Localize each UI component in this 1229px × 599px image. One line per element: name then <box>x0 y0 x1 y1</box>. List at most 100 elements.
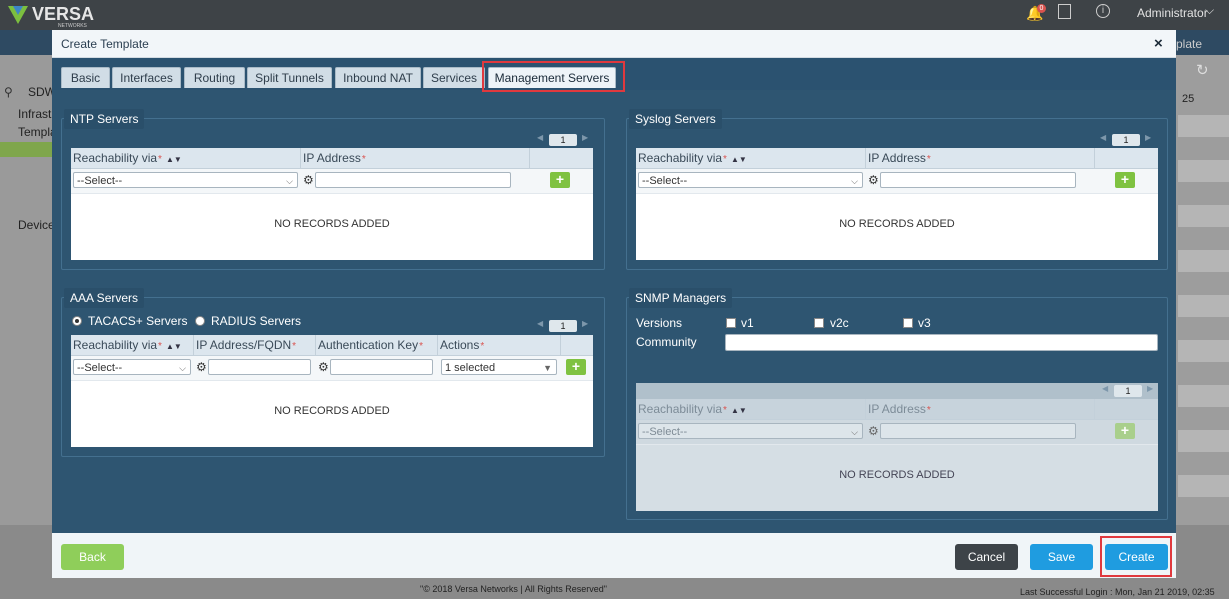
select-value: --Select-- <box>77 362 123 374</box>
nav-item-infrastructure[interactable]: Infrast <box>18 107 51 121</box>
nav-item-templates[interactable]: Templa <box>18 125 57 139</box>
syslog-entry-row: --Select-- ⌵ ⚙ + <box>636 169 1158 194</box>
sort-icon[interactable]: ▲▼ <box>731 155 747 164</box>
page-size-fragment[interactable]: 25 <box>1182 93 1194 105</box>
snmp-page-number: 1 <box>1114 385 1142 397</box>
tab-routing[interactable]: Routing <box>184 67 245 88</box>
sort-icon: ▲▼ <box>730 406 747 415</box>
pager-next-icon: ▶ <box>1147 384 1154 393</box>
aaa-page-number[interactable]: 1 <box>549 320 577 332</box>
save-button[interactable]: Save <box>1030 544 1093 570</box>
aaa-auth-key-input[interactable] <box>330 359 433 375</box>
close-icon[interactable]: × <box>1154 35 1163 52</box>
v3-label[interactable]: v3 <box>918 316 931 330</box>
pager-prev-icon[interactable]: ◀ <box>537 133 543 142</box>
app-header: VERSA NETWORKS 🔔 0 i Administrator ⌵ <box>0 0 1229 30</box>
v2c-label[interactable]: v2c <box>830 316 849 330</box>
snmp-table-header: Reachability via* ▲▼ IP Address* <box>636 399 1158 420</box>
radius-radio[interactable] <box>195 316 205 326</box>
syslog-ip-input[interactable] <box>880 172 1076 188</box>
gear-icon[interactable]: ⚙ <box>318 360 329 374</box>
aaa-add-button[interactable]: + <box>566 359 586 375</box>
col-reachability: Reachability via* ▲▼ <box>636 399 866 419</box>
col-reachability[interactable]: Reachability via* ▲▼ <box>71 335 194 355</box>
select-value: --Select-- <box>642 175 688 187</box>
aaa-ip-input[interactable] <box>208 359 311 375</box>
aaa-reachability-select[interactable]: --Select-- ⌵ <box>73 359 191 375</box>
snmp-table-disabled: ◀ 1 ▶ Reachability via* ▲▼ IP Address* --… <box>636 383 1158 511</box>
v3-checkbox[interactable] <box>903 318 913 328</box>
pager-next-icon[interactable]: ▶ <box>1145 133 1151 142</box>
info-icon[interactable]: i <box>1096 4 1110 18</box>
col-reachability[interactable]: Reachability via* ▲▼ <box>71 148 301 168</box>
tacacs-label[interactable]: TACACS+ Servers <box>88 314 187 328</box>
chevron-down-icon[interactable]: ⌵ <box>1205 3 1214 18</box>
syslog-add-button[interactable]: + <box>1115 172 1135 188</box>
syslog-reachability-select[interactable]: --Select-- ⌵ <box>638 172 863 188</box>
tasks-icon[interactable] <box>1058 4 1071 19</box>
ntp-page-number[interactable]: 1 <box>549 134 577 146</box>
chevron-down-icon: ⌵ <box>286 176 293 186</box>
col-actions-label: Actions <box>440 338 480 352</box>
syslog-page-number[interactable]: 1 <box>1112 134 1140 146</box>
aaa-servers-panel: AAA Servers TACACS+ Servers RADIUS Serve… <box>61 288 605 457</box>
aaa-table: Reachability via* ▲▼ IP Address/FQDN* Aut… <box>71 335 593 447</box>
sort-icon[interactable]: ▲▼ <box>166 155 182 164</box>
community-input[interactable] <box>725 334 1158 351</box>
syslog-empty-text: NO RECORDS ADDED <box>839 218 955 230</box>
syslog-servers-panel: Syslog Servers ◀ 1 ▶ Reachability via* ▲▼… <box>626 109 1168 270</box>
pager-next-icon[interactable]: ▶ <box>582 319 588 328</box>
gear-icon[interactable]: ⚙ <box>196 360 207 374</box>
ntp-reachability-select[interactable]: --Select-- ⌵ <box>73 172 298 188</box>
ntp-add-button[interactable]: + <box>550 172 570 188</box>
ntp-table: Reachability via* ▲▼ IP Address* --Select… <box>71 148 593 260</box>
cancel-button[interactable]: Cancel <box>955 544 1018 570</box>
bg-row <box>1178 205 1229 227</box>
app-footer: "© 2018 Versa Networks | All Rights Rese… <box>0 578 1229 599</box>
gear-icon[interactable]: ⚙ <box>303 173 314 187</box>
aaa-servers-title: AAA Servers <box>64 288 145 308</box>
snmp-reachability-select: --Select-- ⌵ <box>638 423 863 439</box>
tab-split-tunnels[interactable]: Split Tunnels <box>247 67 332 88</box>
col-ip-address: IP Address* <box>866 148 1095 168</box>
bg-row <box>1178 250 1229 272</box>
versions-label: Versions <box>636 316 683 330</box>
col-reachability[interactable]: Reachability via* ▲▼ <box>636 148 866 168</box>
v1-checkbox[interactable] <box>726 318 736 328</box>
tab-basic[interactable]: Basic <box>61 67 110 88</box>
ntp-entry-row: --Select-- ⌵ ⚙ + <box>71 169 593 194</box>
pager-prev-icon[interactable]: ◀ <box>537 319 543 328</box>
snmp-managers-title: SNMP Managers <box>629 288 733 308</box>
col-actions: Actions* <box>438 335 561 355</box>
bg-row <box>1178 160 1229 182</box>
chevron-down-icon: ⌵ <box>851 427 858 437</box>
tab-inbound-nat[interactable]: Inbound NAT <box>335 67 421 88</box>
aaa-actions-select[interactable]: 1 selected ▼ <box>441 359 557 375</box>
tab-interfaces[interactable]: Interfaces <box>112 67 181 88</box>
pager-prev-icon[interactable]: ◀ <box>1100 133 1106 142</box>
refresh-icon[interactable]: ↻ <box>1196 61 1209 79</box>
tab-management-servers[interactable]: Management Servers <box>488 67 616 88</box>
tab-template-fragment[interactable]: plate <box>1176 37 1202 51</box>
create-button[interactable]: Create <box>1105 544 1168 570</box>
sort-icon[interactable]: ▲▼ <box>166 342 182 351</box>
tab-services[interactable]: Services <box>423 67 485 88</box>
select-value: --Select-- <box>642 426 688 438</box>
v1-label[interactable]: v1 <box>741 316 754 330</box>
col-reachability-label: Reachability via <box>73 338 158 352</box>
pager-next-icon[interactable]: ▶ <box>582 133 588 142</box>
col-ip-address: IP Address* <box>866 399 1095 419</box>
ntp-ip-input[interactable] <box>315 172 511 188</box>
syslog-servers-title: Syslog Servers <box>629 109 722 129</box>
syslog-pager: ◀ 1 ▶ <box>1098 133 1158 147</box>
aaa-pager: ◀ 1 ▶ <box>535 319 595 333</box>
tab-bar: Basic Interfaces Routing Split Tunnels I… <box>52 58 1176 90</box>
chevron-down-icon: ⌵ <box>179 363 186 373</box>
user-menu[interactable]: Administrator <box>1137 6 1208 20</box>
radius-label[interactable]: RADIUS Servers <box>211 314 301 328</box>
tacacs-radio[interactable] <box>72 316 82 326</box>
gear-icon[interactable]: ⚙ <box>868 173 879 187</box>
brand-name: VERSA <box>32 4 95 24</box>
v2c-checkbox[interactable] <box>814 318 824 328</box>
back-button[interactable]: Back <box>61 544 124 570</box>
